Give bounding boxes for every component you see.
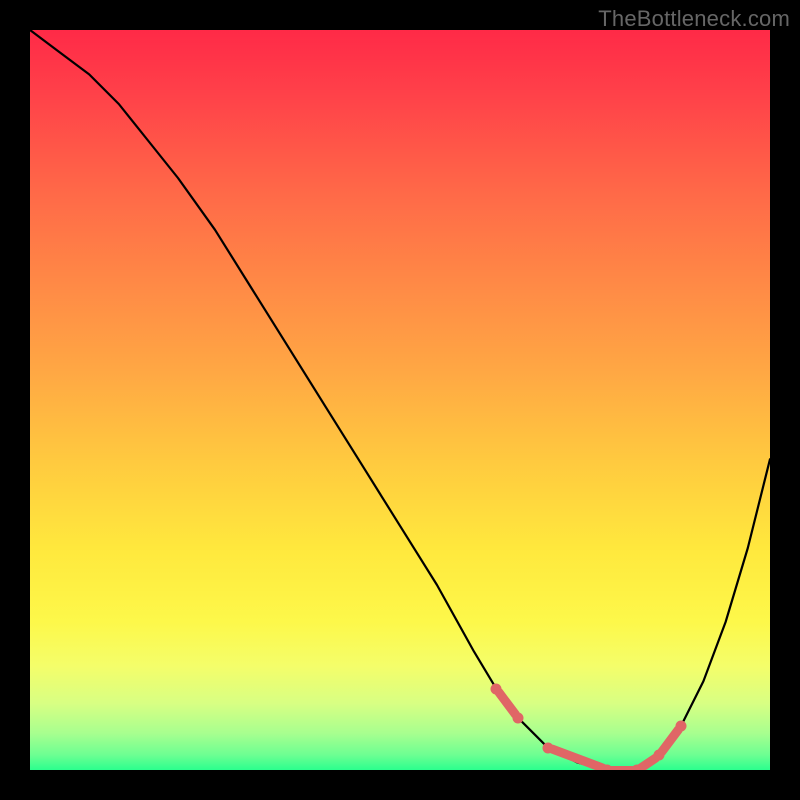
highlight-dot	[654, 750, 665, 761]
highlight-dot	[491, 683, 502, 694]
highlight-segment	[546, 744, 608, 770]
highlight-dot	[631, 765, 642, 771]
curve-highlight	[30, 30, 770, 770]
chart-frame	[30, 30, 770, 770]
highlight-dot	[543, 742, 554, 753]
highlight-dot	[602, 765, 613, 771]
watermark-text: TheBottleneck.com	[598, 6, 790, 32]
highlight-dot	[513, 713, 524, 724]
highlight-dot	[676, 720, 687, 731]
